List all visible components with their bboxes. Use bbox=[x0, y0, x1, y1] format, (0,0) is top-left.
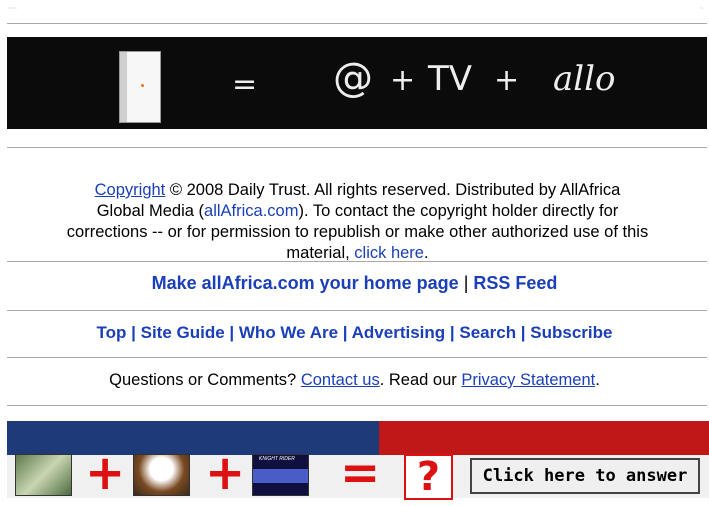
nav-advertising[interactable]: Advertising bbox=[352, 323, 446, 342]
ad-plus1: + bbox=[85, 445, 126, 501]
promo-banner[interactable]: = @ + TV + allo bbox=[7, 37, 707, 129]
contact-us-link[interactable]: Contact us bbox=[301, 371, 380, 389]
banner-equals: = bbox=[232, 67, 258, 102]
ad-equals: = bbox=[340, 445, 381, 501]
divider bbox=[7, 23, 707, 24]
knight-rider-icon: KNIGHT RIDER bbox=[252, 454, 309, 496]
divider bbox=[7, 147, 707, 148]
nav-subscribe[interactable]: Subscribe bbox=[530, 323, 612, 342]
nav-who-we-are[interactable]: Who We Are bbox=[239, 323, 338, 342]
top-left-mark: ~~~ bbox=[8, 6, 17, 12]
click-here-link[interactable]: click here bbox=[354, 244, 424, 262]
banner-allo: allo bbox=[553, 59, 616, 99]
divider bbox=[7, 261, 707, 262]
divider bbox=[7, 405, 707, 406]
divider bbox=[7, 310, 707, 311]
book-icon bbox=[119, 51, 161, 123]
eagle-icon bbox=[133, 454, 190, 496]
home-page-row: Make allAfrica.com your home page | RSS … bbox=[151, 273, 558, 293]
money-icon bbox=[15, 454, 72, 496]
nav-top[interactable]: Top bbox=[97, 323, 127, 342]
banner-plus2: + bbox=[494, 63, 520, 98]
click-here-to-answer-button[interactable]: Click here to answer bbox=[470, 458, 700, 494]
copyright-notice: Copyright © 2008 Daily Trust. All rights… bbox=[0, 180, 709, 264]
nav-search[interactable]: Search bbox=[459, 323, 516, 342]
make-home-page-link[interactable]: Make allAfrica.com your home page bbox=[152, 273, 459, 293]
question-mark-box: ? bbox=[404, 454, 453, 500]
banner-plus1: + bbox=[390, 63, 416, 98]
banner-at: @ bbox=[333, 55, 373, 101]
ad-plus2: + bbox=[205, 445, 246, 501]
divider bbox=[7, 357, 707, 358]
banner-tv: TV bbox=[428, 59, 473, 99]
privacy-statement-link[interactable]: Privacy Statement bbox=[461, 371, 595, 389]
allafrica-link[interactable]: allAfrica.com bbox=[204, 202, 298, 220]
ad-banner[interactable]: + + KNIGHT RIDER = ? Click here to answe… bbox=[7, 421, 709, 506]
nav-site-guide[interactable]: Site Guide bbox=[141, 323, 225, 342]
rss-feed-link[interactable]: RSS Feed bbox=[473, 273, 557, 293]
top-right-mark: ~ bbox=[700, 6, 703, 12]
copyright-line3: corrections -- or for permission to repu… bbox=[66, 223, 649, 241]
copyright-link[interactable]: Copyright bbox=[95, 181, 166, 199]
contact-row: Questions or Comments? Contact us. Read … bbox=[109, 371, 600, 389]
site-nav: Top | Site Guide | Who We Are | Advertis… bbox=[96, 323, 613, 342]
